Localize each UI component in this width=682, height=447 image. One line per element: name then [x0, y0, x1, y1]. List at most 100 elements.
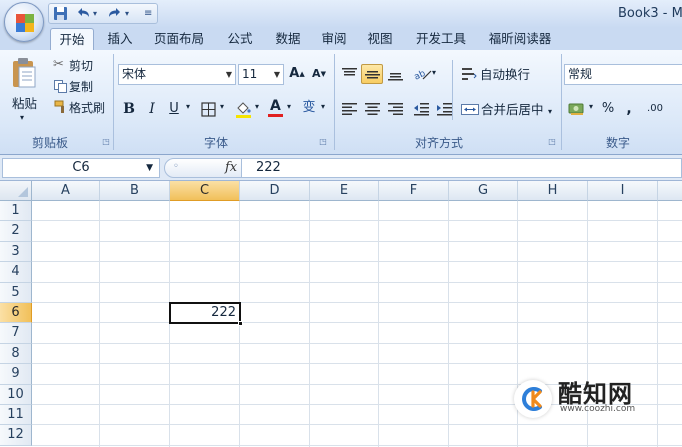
select-all-triangle-icon	[18, 187, 28, 197]
column-header-b[interactable]: B	[100, 181, 170, 201]
format-painter-label: 格式刷	[69, 101, 106, 115]
undo-dropdown-icon[interactable]: ▾	[93, 6, 97, 22]
font-color-button[interactable]: A	[265, 98, 285, 118]
row-header-12[interactable]: 12	[0, 425, 32, 446]
row-header-8[interactable]: 8	[0, 343, 32, 365]
orientation-dropdown-icon[interactable]: ▾	[432, 68, 436, 77]
excel-window: ▾ ▾ ≡ Book3 - M 开始 插入 页面布局 公式 数据 审阅 视图 开…	[0, 0, 682, 447]
font-name-combo[interactable]: 宋体 ▼	[118, 64, 236, 85]
column-header-e[interactable]: E	[310, 181, 379, 201]
number-format-combo[interactable]: 常规	[564, 64, 682, 85]
underline-dropdown-icon[interactable]: ▾	[186, 102, 190, 111]
font-color-bar	[268, 114, 283, 117]
insert-function-button[interactable]: fx	[225, 160, 237, 175]
column-header-a[interactable]: A	[32, 181, 100, 201]
align-center-button[interactable]	[361, 99, 383, 119]
phonetic-button[interactable]: 变	[298, 98, 320, 118]
increase-decimal-button[interactable]: .00	[642, 99, 668, 119]
align-left-button[interactable]	[338, 99, 360, 119]
window-title: Book3 - M	[618, 6, 682, 21]
redo-icon[interactable]	[107, 6, 123, 22]
column-header-d[interactable]: D	[240, 181, 310, 201]
paste-icon	[13, 58, 36, 88]
font-color-dropdown-icon[interactable]: ▾	[287, 102, 291, 111]
align-bottom-button[interactable]	[384, 64, 406, 84]
column-header-i[interactable]: I	[588, 181, 658, 201]
tab-view[interactable]: 视图	[358, 28, 402, 50]
row-header-9[interactable]: 9	[0, 364, 32, 385]
row-header-3[interactable]: 3	[0, 241, 32, 263]
undo-icon[interactable]	[75, 6, 91, 22]
formula-input[interactable]: 222	[242, 158, 682, 178]
format-painter-button[interactable]: 格式刷	[50, 97, 110, 117]
copy-button[interactable]: 复制	[50, 76, 102, 96]
comma-button[interactable]: ,	[620, 99, 638, 119]
borders-button[interactable]	[198, 99, 218, 119]
paste-button[interactable]: 粘贴 ▾	[4, 54, 42, 122]
row-header-5[interactable]: 5	[0, 282, 32, 303]
tab-foxit-reader[interactable]: 福昕阅读器	[480, 28, 560, 50]
align-middle-button[interactable]	[361, 64, 383, 84]
fill-color-button[interactable]	[232, 98, 254, 118]
ribbon: 粘贴 ▾ ✂ 剪切 复制 格式刷 剪贴板 ◳ 宋体 ▼ 11 ▼ A▲ A▼ B…	[0, 50, 682, 155]
office-button[interactable]	[4, 2, 44, 42]
row-header-1[interactable]: 1	[0, 201, 32, 222]
phonetic-dropdown-icon[interactable]: ▾	[321, 102, 325, 111]
column-header-f[interactable]: F	[379, 181, 449, 201]
accounting-dropdown-icon[interactable]: ▾	[589, 102, 593, 111]
fill-color-dropdown-icon[interactable]: ▾	[255, 102, 259, 111]
name-box[interactable]: C6 ▼	[2, 158, 160, 178]
align-bottom-icon	[388, 73, 403, 81]
percent-button[interactable]: %	[598, 99, 618, 119]
ribbon-tabs: 开始 插入 页面布局 公式 数据 审阅 视图 开发工具 福昕阅读器	[0, 28, 682, 50]
gridline	[169, 201, 170, 447]
font-size-combo[interactable]: 11 ▼	[238, 64, 284, 85]
row-header-2[interactable]: 2	[0, 221, 32, 242]
tab-formulas[interactable]: 公式	[218, 28, 262, 50]
align-right-button[interactable]	[384, 99, 406, 119]
merge-center-button[interactable]: 合并后居中 ▾	[458, 99, 556, 119]
row-header-11[interactable]: 11	[0, 405, 32, 426]
column-header-partial[interactable]	[658, 181, 682, 201]
redo-dropdown-icon[interactable]: ▾	[125, 6, 129, 22]
cut-button[interactable]: ✂ 剪切	[50, 55, 102, 75]
bold-button[interactable]: B	[119, 99, 139, 119]
alignment-launcher-icon[interactable]: ◳	[547, 137, 557, 147]
tab-data[interactable]: 数据	[266, 28, 310, 50]
italic-button[interactable]: I	[142, 99, 162, 119]
column-header-c[interactable]: C	[170, 181, 240, 201]
row-header-6[interactable]: 6	[0, 303, 32, 324]
underline-button[interactable]: U	[164, 99, 184, 119]
watermark: 酷知网 www.coozhi.com	[506, 366, 682, 446]
align-top-button[interactable]	[338, 64, 360, 84]
borders-dropdown-icon[interactable]: ▾	[220, 102, 224, 111]
increase-indent-button[interactable]	[433, 99, 455, 119]
wrap-text-button[interactable]: 自动换行	[458, 64, 538, 84]
decrease-indent-button[interactable]	[410, 99, 432, 119]
accounting-format-button[interactable]	[565, 99, 587, 119]
gridline	[32, 322, 682, 324]
select-all-button[interactable]	[0, 181, 32, 201]
tab-page-layout[interactable]: 页面布局	[148, 28, 210, 50]
row-header-10[interactable]: 10	[0, 384, 32, 405]
fill-handle[interactable]	[238, 321, 243, 326]
customize-qat-icon[interactable]: ≡	[144, 6, 152, 22]
tab-developer[interactable]: 开发工具	[408, 28, 474, 50]
tab-insert[interactable]: 插入	[98, 28, 142, 50]
grow-arrow-icon: ▲	[299, 70, 305, 78]
active-cell-c6[interactable]: 222	[169, 302, 243, 326]
tab-home[interactable]: 开始	[50, 28, 94, 50]
row-header-4[interactable]: 4	[0, 262, 32, 283]
grow-font-button[interactable]: A▲	[287, 64, 307, 84]
office-logo-icon	[16, 14, 34, 32]
font-launcher-icon[interactable]: ◳	[318, 137, 328, 147]
shrink-font-button[interactable]: A▼	[309, 64, 329, 84]
gridline	[32, 342, 682, 344]
expand-handle-icon[interactable]: ◦	[173, 161, 179, 172]
column-header-h[interactable]: H	[518, 181, 588, 201]
tab-review[interactable]: 审阅	[312, 28, 356, 50]
column-header-g[interactable]: G	[449, 181, 518, 201]
row-header-7[interactable]: 7	[0, 323, 32, 344]
save-icon[interactable]	[53, 6, 68, 22]
clipboard-launcher-icon[interactable]: ◳	[101, 137, 111, 147]
